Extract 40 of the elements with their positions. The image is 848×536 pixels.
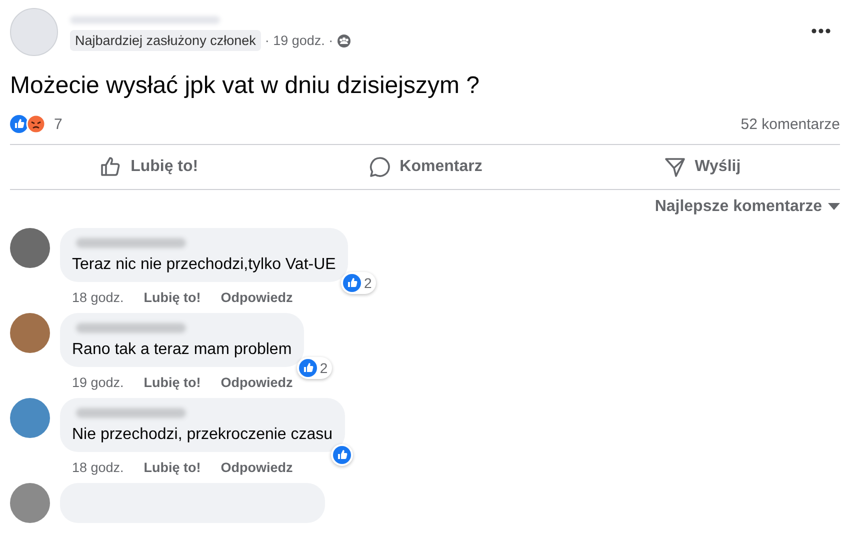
group-icon xyxy=(337,34,352,48)
like-reaction-icon xyxy=(10,115,28,133)
like-link[interactable]: Lubię to! xyxy=(144,375,201,390)
sort-dropdown[interactable]: Najlepsze komentarze xyxy=(654,198,822,216)
reply-link[interactable]: Odpowiedz xyxy=(220,460,293,475)
comment-count[interactable]: 52 komentarze xyxy=(740,116,840,132)
avatar-photo[interactable] xyxy=(10,228,50,268)
comment-text: Rano tak a teraz mam problem xyxy=(72,341,292,359)
comment-time[interactable]: 18 godz. xyxy=(72,460,124,475)
caret-icon xyxy=(828,203,840,211)
send-button[interactable]: Wyślij xyxy=(563,145,840,189)
more-options-icon[interactable] xyxy=(811,28,831,34)
like-reaction-icon xyxy=(343,274,362,292)
like-link[interactable]: Lubię to! xyxy=(144,290,201,305)
like-button[interactable]: Lubię to! xyxy=(10,145,287,189)
like-reaction-icon xyxy=(332,446,351,464)
reaction-pill[interactable]: 2 xyxy=(296,357,332,379)
avatar-photo[interactable] xyxy=(10,313,50,353)
avatar-photo[interactable] xyxy=(10,398,50,438)
reply-link[interactable]: Odpowiedz xyxy=(220,290,293,305)
reaction-count: 2 xyxy=(364,275,372,291)
post-text: Możecie wysłać jpk vat w dniu dzisiejszym ? xyxy=(10,72,480,100)
comment-time[interactable]: 19 godz. xyxy=(72,375,124,390)
like-link[interactable]: Lubię to! xyxy=(144,460,201,475)
comment-text: Nie przechodzi, przekroczenie czasu xyxy=(72,426,333,444)
comment-button[interactable]: Komentarz xyxy=(286,145,564,189)
speech-bubble-icon xyxy=(368,155,392,179)
member-badge: Najbardziej zasłużony członek xyxy=(70,30,261,51)
reaction-count[interactable]: 7 xyxy=(54,116,62,132)
like-reaction-icon xyxy=(298,359,317,377)
reply-link[interactable]: Odpowiedz xyxy=(220,375,293,390)
comment-time[interactable]: 18 godz. xyxy=(72,290,124,305)
avatar-photo[interactable] xyxy=(10,483,50,523)
angry-reaction-icon xyxy=(26,114,46,134)
reaction-pill[interactable]: 2 xyxy=(341,272,376,294)
reaction-pill[interactable] xyxy=(330,444,353,466)
reaction-count: 2 xyxy=(320,360,328,376)
paper-plane-icon xyxy=(662,155,687,179)
comment-text: Teraz nic nie przechodzi,tylko Vat-UE xyxy=(72,256,336,274)
post-time[interactable]: · 19 godz. · xyxy=(264,33,334,48)
